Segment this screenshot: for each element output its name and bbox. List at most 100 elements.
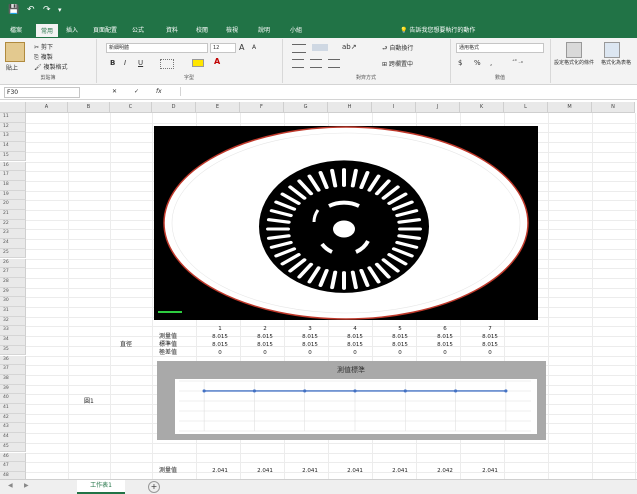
next-sheet-icon[interactable]: ▶ (24, 482, 29, 489)
table-cell-standard[interactable]: 8.015 (288, 341, 332, 349)
table-cell-indices[interactable]: 1 (198, 325, 242, 333)
undo-icon[interactable]: ↶ (27, 5, 35, 15)
row-header-38[interactable]: 38 (0, 374, 26, 385)
currency-button[interactable]: $ (458, 59, 462, 67)
series-point[interactable] (504, 389, 508, 393)
table-cell-measured[interactable]: 8.015 (468, 333, 512, 341)
tab-0[interactable]: 檔案 (10, 25, 22, 34)
column-header-E[interactable]: E (196, 102, 240, 113)
row-header-15[interactable]: 15 (0, 151, 26, 162)
select-all-corner[interactable] (0, 102, 26, 113)
column-header-D[interactable]: D (152, 102, 196, 113)
row-header-25[interactable]: 25 (0, 248, 26, 259)
format-as-table-button[interactable]: 格式化為表格 (596, 60, 636, 66)
series-point[interactable] (252, 389, 257, 393)
underline-button[interactable]: U (138, 59, 143, 67)
font-name-select[interactable]: 新細明體 (106, 43, 208, 53)
copy-button[interactable]: ⎘ 複製 (34, 52, 53, 62)
row-header-31[interactable]: 31 (0, 307, 26, 317)
row-header-44[interactable]: 44 (0, 433, 26, 443)
tab-6[interactable]: 校閱 (196, 25, 208, 34)
row-header-16[interactable]: 16 (0, 161, 26, 172)
orientation-icon[interactable]: ab↗ (342, 43, 357, 51)
row-header-32[interactable]: 32 (0, 316, 26, 327)
row-header-39[interactable]: 39 (0, 384, 26, 395)
table-cell-indices[interactable]: 3 (288, 325, 332, 333)
row-header-12[interactable]: 12 (0, 122, 26, 133)
tell-me-search[interactable]: 💡 告訴我您想要執行的動作 (400, 25, 475, 34)
format-painter-button[interactable]: 🖌 複製格式 (34, 62, 68, 71)
row-header-17[interactable]: 17 (0, 171, 26, 181)
align-left-icon[interactable] (292, 59, 304, 68)
column-header-G[interactable]: G (284, 102, 328, 113)
bottom-value-cell[interactable]: 2.041 (198, 467, 242, 475)
row-header-36[interactable]: 36 (0, 355, 26, 366)
row-header-40[interactable]: 40 (0, 394, 26, 404)
add-sheet-button[interactable]: + (148, 481, 160, 493)
table-cell-measured[interactable]: 8.015 (288, 333, 332, 341)
row-header-46[interactable]: 46 (0, 452, 26, 463)
row-header-37[interactable]: 37 (0, 365, 26, 375)
row-header-21[interactable]: 21 (0, 210, 26, 220)
font-size-select[interactable]: 12 (210, 43, 236, 53)
table-cell-standard[interactable]: 8.015 (243, 341, 287, 349)
font-color-icon[interactable]: A (214, 57, 220, 66)
series-point[interactable] (403, 389, 407, 393)
table-cell-measured[interactable]: 8.015 (423, 333, 467, 341)
row-header-42[interactable]: 42 (0, 413, 26, 424)
row-header-28[interactable]: 28 (0, 277, 26, 288)
conditional-formatting-button[interactable]: 設定格式化的條件 (552, 60, 596, 66)
tab-9[interactable]: 小組 (290, 25, 302, 34)
customize-quick-access-icon[interactable]: ▾ (58, 5, 62, 15)
row-header-41[interactable]: 41 (0, 404, 26, 414)
tab-3[interactable]: 頁面配置 (93, 25, 117, 34)
merge-center-button[interactable]: ⊞ 跨欄置中 (382, 59, 413, 68)
tab-8[interactable]: 說明 (258, 25, 270, 34)
table-cell-standard[interactable]: 8.015 (333, 341, 377, 349)
row-header-33[interactable]: 33 (0, 326, 26, 337)
table-cell-range[interactable]: 0 (378, 349, 422, 357)
row-header-14[interactable]: 14 (0, 142, 26, 152)
align-middle-icon[interactable] (312, 44, 328, 51)
row-header-20[interactable]: 20 (0, 200, 26, 210)
bottom-value-cell[interactable]: 2.041 (468, 467, 512, 475)
borders-icon[interactable] (160, 59, 174, 69)
column-header-J[interactable]: J (416, 102, 460, 113)
row-header-34[interactable]: 34 (0, 336, 26, 346)
table-cell-standard[interactable]: 8.015 (468, 341, 512, 349)
tab-4[interactable]: 公式 (132, 25, 144, 34)
series-point[interactable] (453, 389, 458, 393)
row-header-26[interactable]: 26 (0, 258, 26, 269)
table-cell-indices[interactable]: 7 (468, 325, 512, 333)
row-header-18[interactable]: 18 (0, 180, 26, 191)
align-right-icon[interactable] (328, 59, 340, 68)
table-cell-measured[interactable]: 8.015 (333, 333, 377, 341)
table-cell-measured[interactable]: 8.015 (378, 333, 422, 341)
tab-1[interactable]: 常用 (36, 24, 59, 37)
italic-button[interactable]: I (124, 59, 126, 67)
row-header-13[interactable]: 13 (0, 132, 26, 143)
fill-color-icon[interactable] (192, 59, 204, 67)
row-header-30[interactable]: 30 (0, 297, 26, 307)
decimal-icons[interactable]: ⁺⁰ ₋₀ (512, 59, 523, 65)
column-header-B[interactable]: B (68, 102, 110, 113)
line-chart[interactable]: 測值標準 (157, 361, 546, 440)
align-top-icon[interactable] (292, 44, 306, 53)
column-header-K[interactable]: K (460, 102, 504, 113)
series-point[interactable] (303, 389, 307, 393)
cut-button[interactable]: ✂ 剪下 (34, 42, 53, 51)
table-cell-standard[interactable]: 8.015 (423, 341, 467, 349)
prev-sheet-icon[interactable]: ◀ (8, 482, 13, 489)
row-header-11[interactable]: 11 (0, 113, 26, 123)
sheet-tab-1[interactable]: 工作表1 (77, 480, 125, 494)
enter-icon[interactable]: ✓ (134, 88, 139, 95)
column-header-C[interactable]: C (110, 102, 152, 113)
table-cell-measured[interactable]: 8.015 (243, 333, 287, 341)
table-cell-standard[interactable]: 8.015 (198, 341, 242, 349)
align-center-icon[interactable] (310, 59, 322, 68)
row-header-27[interactable]: 27 (0, 268, 26, 278)
row-header-35[interactable]: 35 (0, 345, 26, 356)
bottom-value-cell[interactable]: 2.041 (288, 467, 332, 475)
row-header-29[interactable]: 29 (0, 287, 26, 298)
column-header-I[interactable]: I (372, 102, 416, 113)
